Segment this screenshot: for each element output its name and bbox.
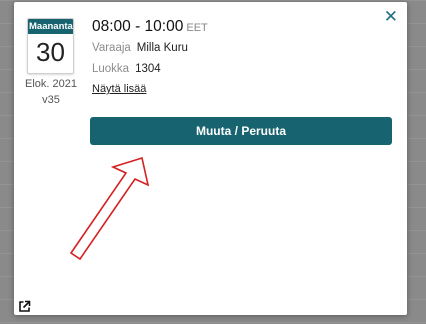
week-number: v35 [42,94,60,106]
room-row: Luokka 1304 [92,63,161,75]
date-badge: Maanantaina 30 [27,18,74,74]
booker-row: Varaaja Milla Kuru [92,42,188,54]
close-icon[interactable]: ✕ [384,8,398,25]
time-range: 08:00 - 10:00 [92,18,184,35]
timezone: EET [186,22,208,34]
date-meta: Elok. 2021 v35 [22,76,80,108]
show-more-link[interactable]: Näytä lisää [92,83,146,95]
room-value: 1304 [135,63,161,75]
modify-cancel-button[interactable]: Muuta / Peruuta [90,117,392,145]
booker-value: Milla Kuru [136,42,188,54]
room-label: Luokka [92,63,130,75]
external-link-icon[interactable] [18,300,31,313]
event-time: 08:00 - 10:00 EET [92,18,208,36]
annotation-arrow [70,157,150,261]
booker-label: Varaaja [92,42,131,54]
day-number: 30 [36,37,65,67]
event-popup: ✕ Maanantaina 30 Elok. 2021 v35 08:00 - … [14,2,407,315]
weekday-label: Maanantaina [28,19,73,34]
month-year: Elok. 2021 [25,78,77,90]
